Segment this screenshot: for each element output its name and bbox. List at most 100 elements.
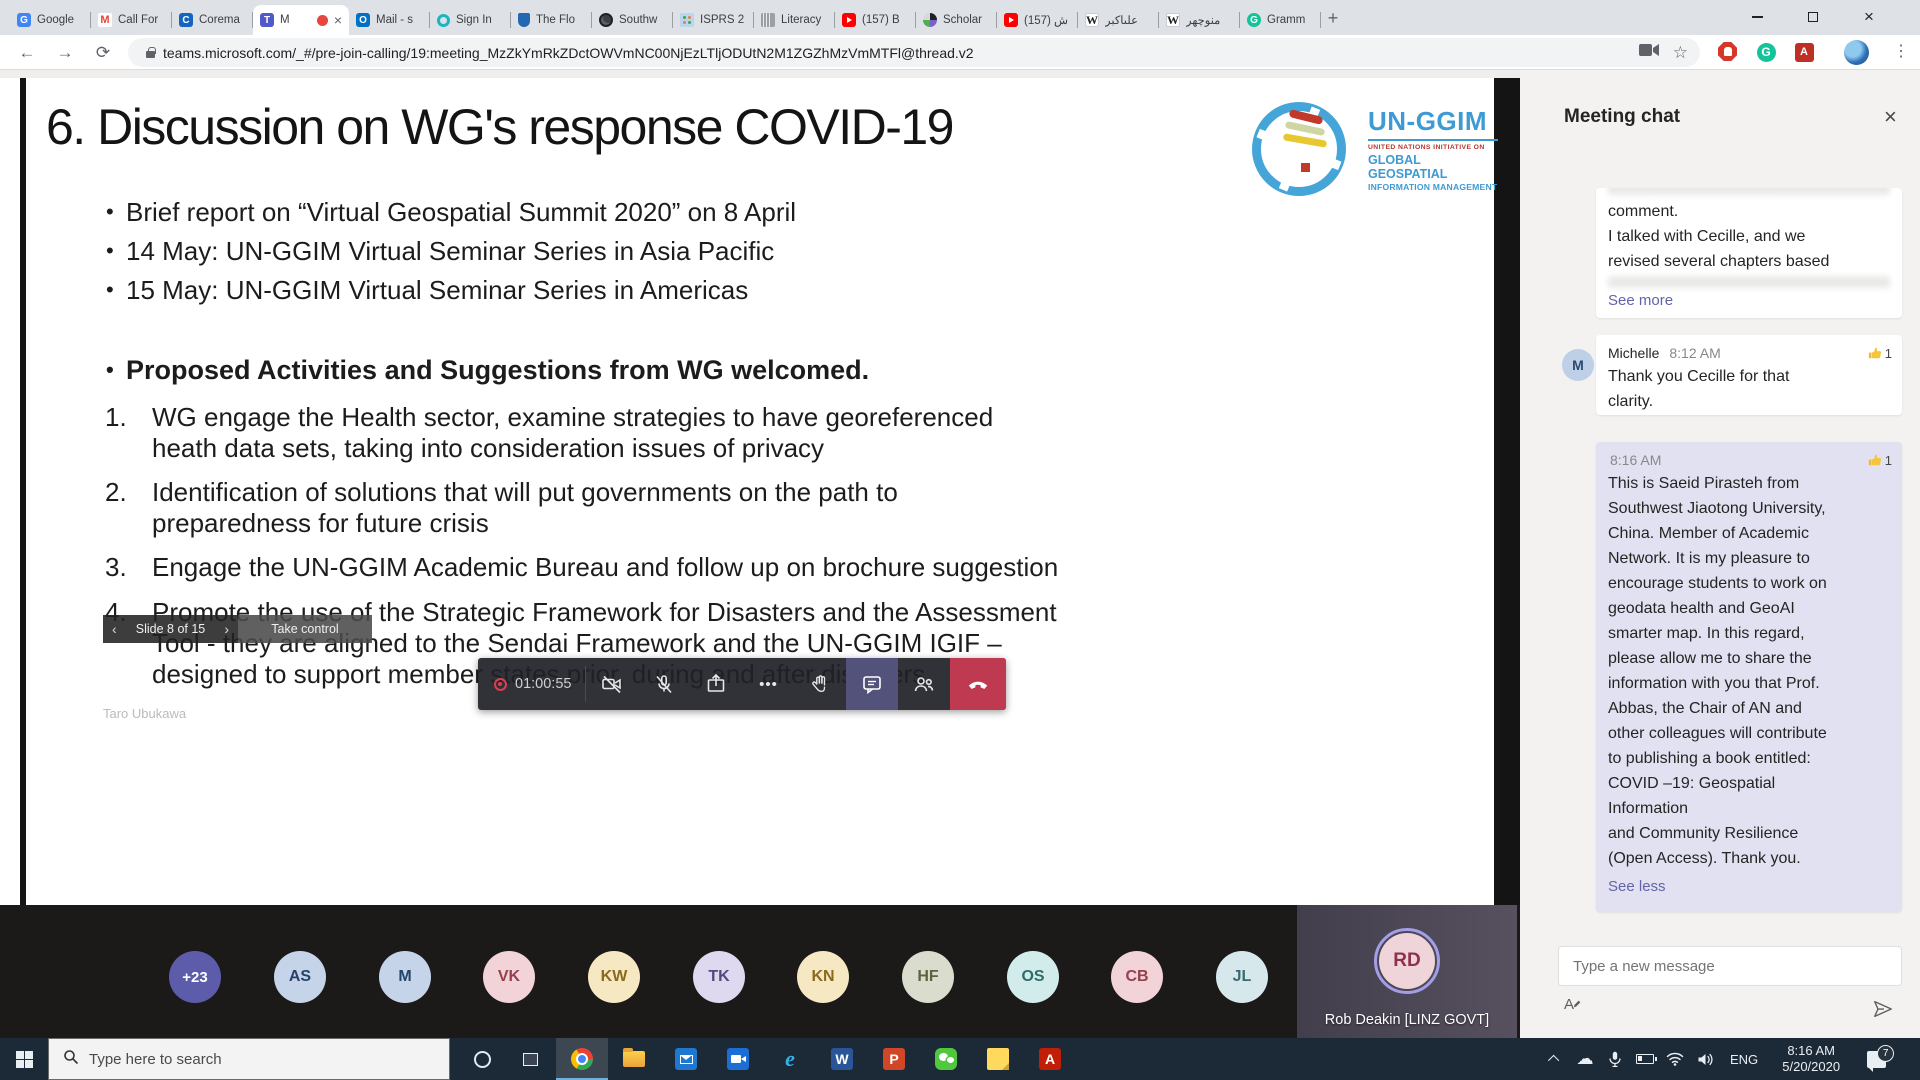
next-slide-icon[interactable]: › (224, 621, 229, 637)
previous-slide-icon[interactable]: ‹ (112, 621, 117, 637)
taskbar-word-button[interactable]: W (816, 1038, 868, 1080)
task-view-button[interactable] (506, 1038, 554, 1080)
word-icon: W (831, 1048, 853, 1070)
cortana-button[interactable] (458, 1038, 506, 1080)
thumbs-up-icon (1867, 453, 1882, 468)
browser-tab-active-teams[interactable]: TM× (253, 5, 349, 35)
browser-tab[interactable]: CCorema (172, 5, 253, 35)
share-screen-button[interactable] (690, 658, 742, 710)
battery-icon[interactable] (1630, 1054, 1660, 1064)
forward-button[interactable]: → (50, 38, 80, 68)
browser-menu-icon[interactable]: ⋮ (1893, 41, 1909, 61)
tab-label: (157) ش (1024, 13, 1071, 27)
taskbar-search-input[interactable] (89, 1051, 389, 1068)
browser-tab[interactable]: Wمنوچهر (1159, 5, 1240, 35)
taskbar-search-box[interactable] (48, 1038, 450, 1080)
tab-label: Call For (118, 14, 165, 26)
onedrive-cloud-icon[interactable]: ☁ (1570, 1049, 1600, 1069)
adblock-extension-icon[interactable] (1718, 42, 1737, 61)
speaker-name: Rob Deakin [LINZ GOVT] (1297, 1012, 1517, 1028)
camera-in-use-icon[interactable] (1639, 43, 1659, 62)
tray-expand-icon[interactable] (1540, 1055, 1570, 1063)
start-button[interactable] (0, 1038, 48, 1080)
reload-button[interactable]: ⟳ (88, 38, 118, 68)
see-more-link[interactable]: See more (1596, 292, 1902, 309)
hang-up-button[interactable] (950, 658, 1006, 710)
browser-tab[interactable]: (157) B (835, 5, 916, 35)
taskbar-mail-button[interactable] (660, 1038, 712, 1080)
browser-tab[interactable]: Wعلىاكبر (1078, 5, 1159, 35)
browser-profile-avatar[interactable] (1844, 40, 1869, 65)
address-bar[interactable]: teams.microsoft.com/_#/pre-join-calling/… (128, 38, 1700, 67)
taskbar-explorer-button[interactable] (608, 1038, 660, 1080)
window-maximize-button[interactable] (1790, 0, 1836, 34)
back-button[interactable]: ← (12, 38, 42, 68)
speaking-ring: RD (1374, 928, 1440, 994)
browser-tab[interactable]: OMail - s (349, 5, 430, 35)
camera-off-button[interactable] (586, 658, 638, 710)
taskbar-acrobat-button[interactable]: A (1024, 1038, 1076, 1080)
taskbar-powerpoint-button[interactable]: P (868, 1038, 920, 1080)
browser-tab[interactable]: The Flo (511, 5, 592, 35)
take-control-button[interactable]: Take control (238, 615, 372, 643)
taskbar-sticky-notes-button[interactable] (972, 1038, 1024, 1080)
taskbar-ie-button[interactable]: e (764, 1038, 816, 1080)
language-indicator[interactable]: ENG (1720, 1052, 1768, 1067)
browser-tab[interactable]: Scholar (916, 5, 997, 35)
browser-tab[interactable]: M Call For (91, 5, 172, 35)
tab-close-icon[interactable]: × (334, 12, 342, 28)
volume-icon[interactable] (1690, 1052, 1720, 1067)
mail-icon (675, 1048, 697, 1070)
tab-label: Google (37, 14, 84, 26)
chat-close-icon[interactable]: × (1884, 104, 1897, 130)
browser-tab[interactable]: (157) ش (997, 5, 1078, 35)
raise-hand-button[interactable] (794, 658, 846, 710)
participant-avatar: HF (902, 951, 954, 1003)
youtube-icon (1004, 13, 1018, 27)
gmail-icon: M (98, 13, 112, 27)
browser-tab[interactable]: GGramm (1240, 5, 1321, 35)
chat-toggle-button-active[interactable] (846, 658, 898, 710)
thumbs-up-icon (1867, 346, 1882, 361)
microphone-tray-icon[interactable] (1600, 1051, 1630, 1067)
taskbar-wechat-button[interactable] (920, 1038, 972, 1080)
slide-nav-controls: ‹ Slide 8 of 15 › (103, 615, 238, 643)
window-minimize-button[interactable] (1734, 0, 1780, 34)
participants-button[interactable] (898, 658, 950, 710)
video-camera-icon (727, 1048, 749, 1070)
browser-tab[interactable]: Literacy (754, 5, 835, 35)
taskbar-clock[interactable]: 8:16 AM 5/20/2020 (1768, 1043, 1854, 1075)
tab-label: Scholar (943, 14, 990, 26)
format-button[interactable]: A (1564, 996, 1582, 1013)
new-message-input[interactable] (1559, 947, 1901, 985)
mic-off-button[interactable] (638, 658, 690, 710)
browser-tab[interactable]: GGoogle (10, 5, 91, 35)
recording-indicator: 01:00:55 (478, 658, 585, 710)
thumbs-up-reaction[interactable]: 1 (1867, 453, 1892, 468)
participant-avatar: KN (797, 951, 849, 1003)
participant-avatar: KW (588, 951, 640, 1003)
grammarly-extension-icon[interactable]: G (1756, 42, 1776, 62)
task-view-icon (523, 1053, 538, 1066)
bookmark-star-icon[interactable]: ☆ (1673, 44, 1688, 61)
participants-icon (912, 672, 936, 696)
speaker-avatar: RD (1379, 933, 1435, 989)
thumbs-up-reaction[interactable]: 1 (1867, 346, 1892, 361)
send-icon (1872, 998, 1894, 1020)
send-message-button[interactable] (1872, 998, 1894, 1025)
taskbar-chrome-button[interactable] (556, 1038, 608, 1080)
browser-tab[interactable]: Southw (592, 5, 673, 35)
wifi-icon[interactable] (1660, 1052, 1690, 1066)
pdf-extension-icon[interactable]: A (1794, 42, 1814, 62)
taskbar-video-app-button[interactable] (712, 1038, 764, 1080)
see-less-link[interactable]: See less (1596, 878, 1902, 895)
internet-explorer-icon: e (785, 1046, 795, 1072)
tab-label: Gramm (1267, 14, 1314, 26)
action-center-button[interactable]: 7 (1854, 1051, 1898, 1068)
new-tab-button[interactable]: + (1320, 6, 1346, 32)
window-close-button[interactable]: × (1846, 0, 1892, 34)
browser-tab[interactable]: Sign In (430, 5, 511, 35)
browser-tab[interactable]: ISPRS 2 (673, 5, 754, 35)
more-options-button[interactable]: ••• (742, 658, 794, 710)
participant-avatar: M (379, 951, 431, 1003)
